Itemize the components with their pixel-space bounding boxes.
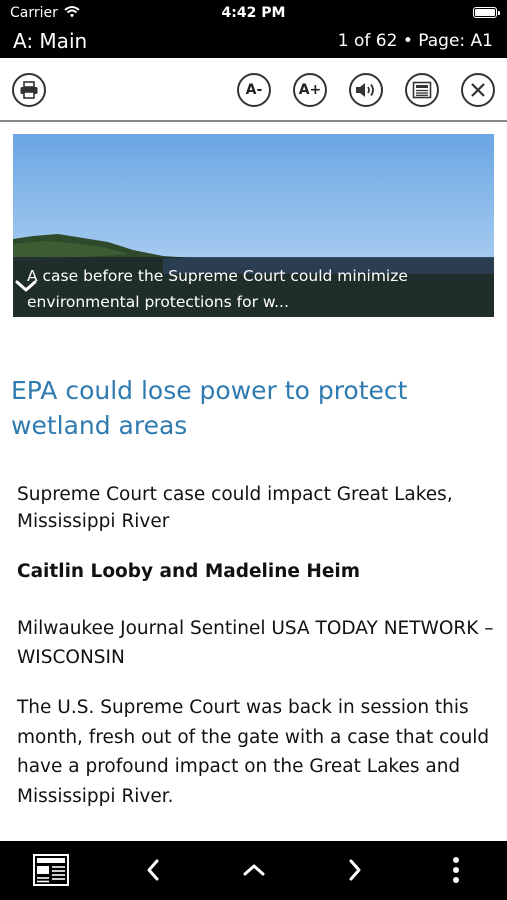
newspaper-icon: [33, 854, 69, 886]
article-paragraph: The U.S. Supreme Court was back in sessi…: [17, 697, 490, 807]
chevron-down-icon[interactable]: [13, 273, 39, 299]
article-text-icon: [412, 81, 432, 99]
clock: 4:42 PM: [221, 5, 286, 21]
more-options-button[interactable]: [444, 853, 468, 887]
status-bar: Carrier 4:42 PM: [0, 0, 507, 26]
chevron-right-icon: [349, 859, 361, 881]
page-indicator: 1 of 62 • Page: A1: [337, 31, 493, 51]
text-view-button[interactable]: [405, 73, 439, 107]
increase-text-size-button[interactable]: A+: [293, 73, 327, 107]
previous-article-button[interactable]: [138, 853, 168, 887]
article-image[interactable]: A case before the Supreme Court could mi…: [13, 134, 494, 317]
bottom-nav-bar: [0, 841, 507, 900]
image-caption-text: A case before the Supreme Court could mi…: [27, 267, 408, 311]
next-article-button[interactable]: [340, 853, 370, 887]
decrease-text-size-button[interactable]: A-: [237, 73, 271, 107]
close-button[interactable]: [461, 73, 495, 107]
chevron-up-icon: [243, 864, 265, 876]
article-byline: Caitlin Looby and Madeline Heim: [17, 561, 360, 582]
increase-text-label: A+: [298, 82, 322, 98]
article-headline: EPA could lose power to protect wetland …: [11, 376, 408, 440]
article-subheadline: Supreme Court case could impact Great La…: [17, 484, 453, 532]
image-caption[interactable]: A case before the Supreme Court could mi…: [13, 257, 494, 317]
decrease-text-label: A-: [245, 82, 263, 98]
chevron-left-icon: [147, 859, 159, 881]
battery-icon: [473, 7, 500, 18]
section-title[interactable]: A: Main: [13, 29, 87, 53]
article-toolbar: A- A+: [0, 58, 507, 122]
more-vertical-icon: [453, 857, 459, 883]
speaker-icon: [356, 83, 374, 97]
read-aloud-button[interactable]: [349, 73, 383, 107]
page-thumbnails-button[interactable]: [32, 853, 70, 887]
title-bar: A: Main 1 of 62 • Page: A1: [0, 26, 507, 58]
article-list-button[interactable]: [238, 853, 270, 887]
printer-icon: [20, 81, 38, 99]
print-button[interactable]: [12, 73, 46, 107]
article-source: Milwaukee Journal Sentinel USA TODAY NET…: [17, 618, 494, 668]
close-icon: [471, 83, 485, 97]
